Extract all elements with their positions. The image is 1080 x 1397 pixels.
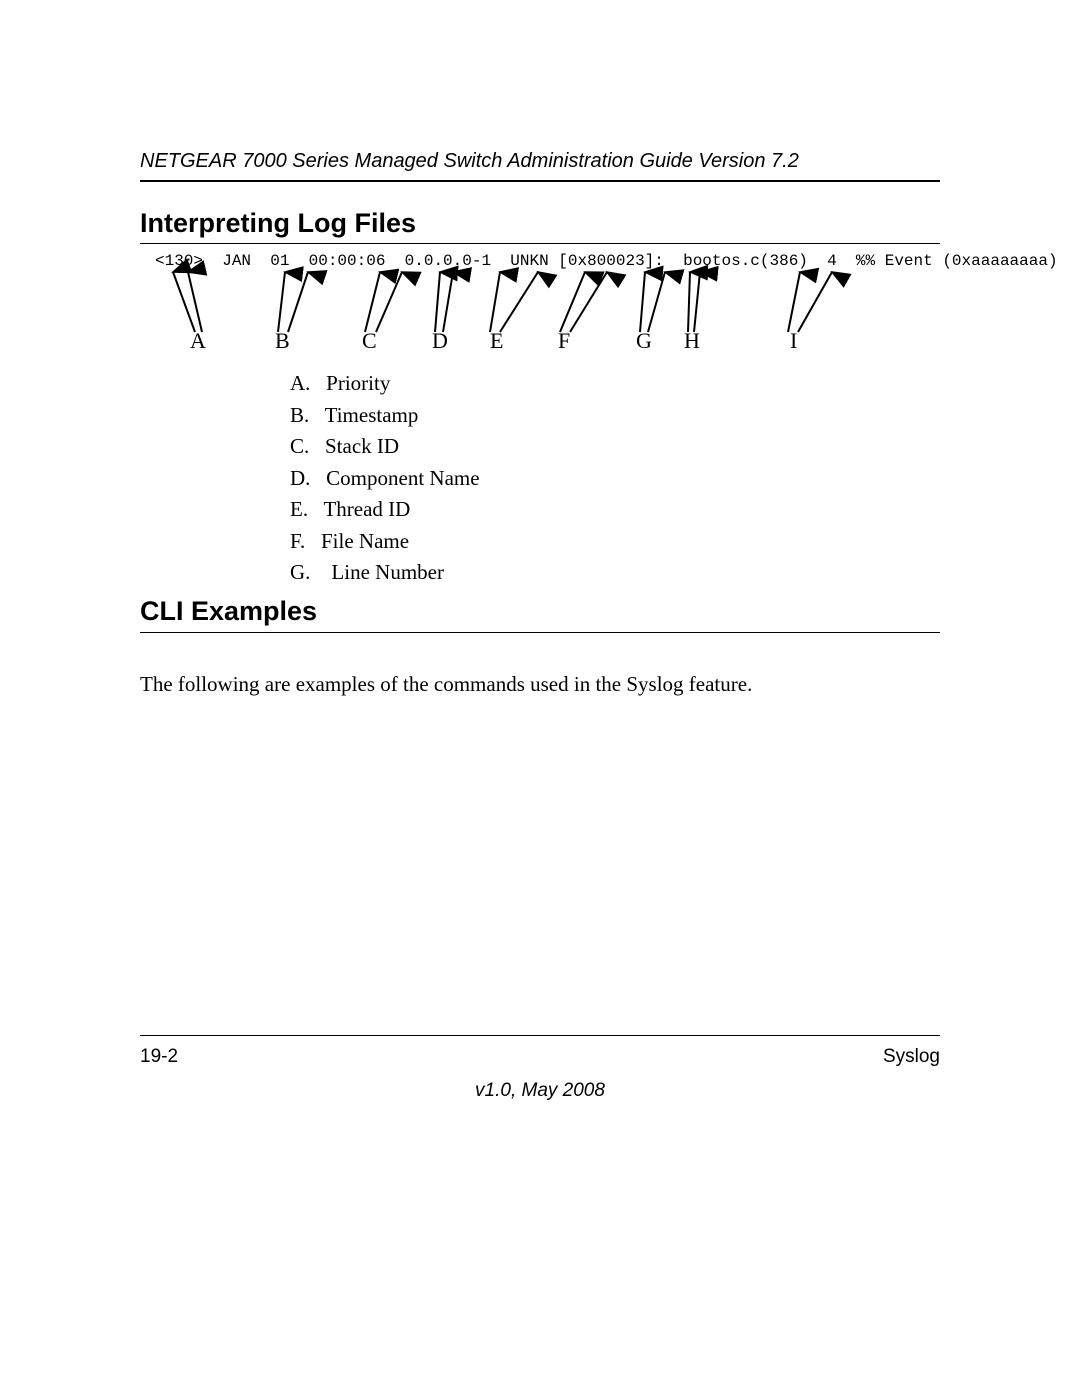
footer-chapter: Syslog (883, 1046, 940, 1068)
legend-item-D: D. Component Name (290, 463, 480, 495)
legend-list: A. Priority B. Timestamp C. Stack ID D. … (290, 368, 480, 589)
label-C: C (362, 328, 377, 354)
label-E: E (490, 328, 503, 354)
section-rule-1 (140, 243, 940, 244)
footer-rule (140, 1035, 940, 1036)
legend-item-C: C. Stack ID (290, 431, 480, 463)
label-A: A (190, 328, 206, 354)
legend-item-F: F. File Name (290, 526, 480, 558)
label-D: D (432, 328, 448, 354)
footer-version: v1.0, May 2008 (0, 1080, 1080, 1102)
running-header: NETGEAR 7000 Series Managed Switch Admin… (140, 150, 940, 173)
section-rule-2 (140, 632, 940, 633)
header-rule (140, 180, 940, 182)
label-I: I (790, 328, 797, 354)
callout-labels-row: A B C D E F G H I (0, 328, 1080, 358)
footer-page-number: 19-2 (140, 1046, 178, 1068)
page: NETGEAR 7000 Series Managed Switch Admin… (0, 0, 1080, 1397)
label-B: B (275, 328, 290, 354)
label-G: G (636, 328, 652, 354)
legend-item-B: B. Timestamp (290, 400, 480, 432)
section-heading-cli: CLI Examples (140, 596, 317, 627)
legend-item-E: E. Thread ID (290, 494, 480, 526)
intro-paragraph: The following are examples of the comman… (140, 672, 940, 697)
section-heading-interpreting: Interpreting Log Files (140, 208, 416, 239)
label-F: F (558, 328, 570, 354)
label-H: H (684, 328, 700, 354)
legend-item-G: G. Line Number (290, 557, 480, 589)
legend-item-A: A. Priority (290, 368, 480, 400)
